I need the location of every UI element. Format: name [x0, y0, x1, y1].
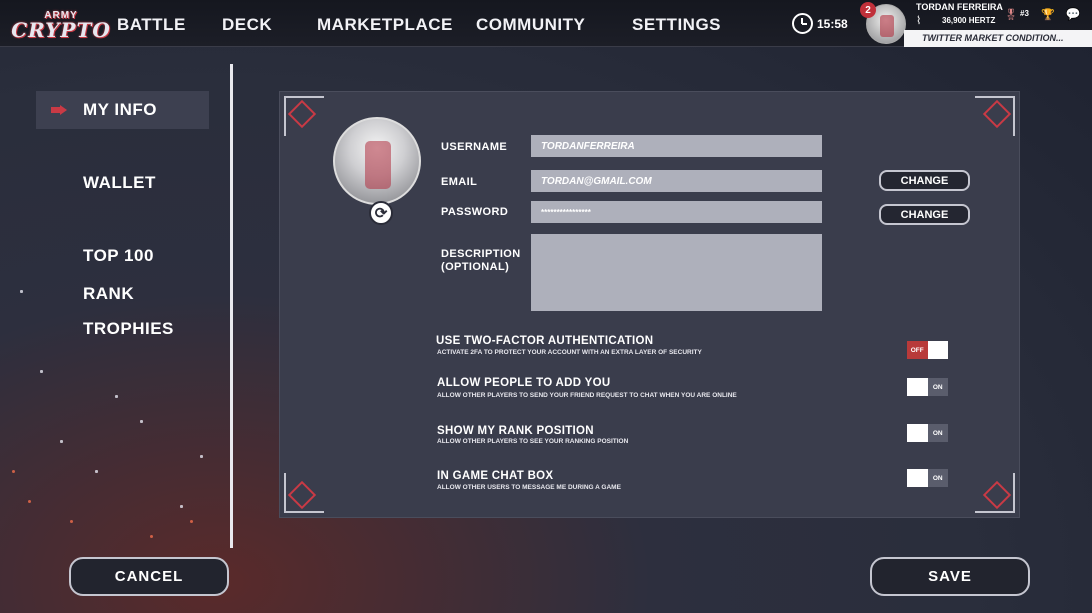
- logo-line-2: CRYPTO: [11, 17, 111, 42]
- arrow-right-icon: [51, 105, 67, 115]
- spark: [40, 370, 43, 373]
- game-clock: 15:58: [792, 13, 848, 34]
- sidebar-item-my-info[interactable]: MY INFO: [36, 91, 209, 129]
- profile-summary[interactable]: 2 TORDAN FERREIRA ⌇ 36,900 HERTZ 🎖 #3 🏆 …: [860, 0, 1092, 47]
- password-field[interactable]: [531, 201, 822, 223]
- two-factor-toggle[interactable]: OFF: [907, 341, 948, 359]
- trophy-icon[interactable]: 🏆: [1041, 5, 1055, 23]
- sidebar-item-trophies[interactable]: TROPHIES: [36, 310, 209, 348]
- username-field[interactable]: [531, 135, 822, 157]
- nav-battle[interactable]: BATTLE: [117, 15, 186, 35]
- change-email-button[interactable]: CHANGE: [879, 170, 970, 191]
- cancel-button[interactable]: CANCEL: [69, 557, 229, 596]
- description-label: DESCRIPTION: [441, 248, 521, 260]
- sidebar-item-label: MY INFO: [83, 100, 158, 119]
- spark: [60, 440, 63, 443]
- option-title: SHOW MY RANK POSITION: [437, 425, 594, 437]
- description-optional-label: (OPTIONAL): [441, 261, 510, 273]
- ember: [150, 535, 153, 538]
- spark: [95, 470, 98, 473]
- toggle-state-label: ON: [927, 469, 948, 487]
- player-name: TORDAN FERREIRA: [916, 2, 1003, 12]
- clock-icon: [792, 13, 813, 34]
- toggle-knob: [907, 469, 928, 487]
- sidebar-item-label: TROPHIES: [83, 319, 174, 338]
- clock-time: 15:58: [817, 16, 848, 31]
- nav-deck[interactable]: DECK: [222, 15, 272, 35]
- sidebar-item-label: WALLET: [83, 173, 156, 192]
- chat-icon[interactable]: 💬: [1066, 5, 1081, 23]
- rank-number: #3: [1020, 9, 1029, 18]
- save-button[interactable]: SAVE: [870, 557, 1030, 596]
- sidebar-item-wallet[interactable]: WALLET: [36, 164, 209, 202]
- nav-settings[interactable]: SETTINGS: [632, 15, 721, 35]
- notification-badge[interactable]: 2: [860, 2, 876, 18]
- allow-add-toggle[interactable]: ON: [907, 378, 948, 396]
- toggle-knob: [907, 378, 928, 396]
- toggle-state-label: OFF: [907, 341, 928, 359]
- toggle-state-label: ON: [927, 424, 948, 442]
- option-subtitle: ALLOW OTHER PLAYERS TO SEE YOUR RANKING …: [437, 438, 629, 445]
- description-field[interactable]: [531, 234, 822, 311]
- spark: [200, 455, 203, 458]
- ember: [12, 470, 15, 473]
- sidebar-divider: [230, 64, 233, 548]
- password-label: PASSWORD: [441, 206, 509, 218]
- sidebar-item-label: TOP 100 RANK: [83, 246, 154, 303]
- username-label: USERNAME: [441, 141, 508, 153]
- profile-avatar[interactable]: [333, 117, 421, 205]
- app-logo[interactable]: ARMY CRYPTO: [11, 6, 110, 42]
- toggle-state-label: ON: [927, 378, 948, 396]
- spark: [20, 290, 23, 293]
- option-title: ALLOW PEOPLE TO ADD YOU: [437, 377, 611, 389]
- nav-community[interactable]: COMMUNITY: [476, 15, 585, 35]
- option-subtitle: ALLOW OTHER PLAYERS TO SEND YOUR FRIEND …: [437, 392, 737, 399]
- option-title: IN GAME CHAT BOX: [437, 470, 554, 482]
- ember: [70, 520, 73, 523]
- option-title: USE TWO-FACTOR AUTHENTICATION: [436, 335, 654, 347]
- pulse-icon: ⌇: [916, 15, 922, 27]
- spark: [140, 420, 143, 423]
- top-navigation-bar: ARMY CRYPTO BATTLE DECK MARKETPLACE COMM…: [0, 0, 1092, 47]
- spark: [115, 395, 118, 398]
- toggle-knob: [907, 424, 928, 442]
- option-subtitle: ALLOW OTHER USERS TO MESSAGE ME DURING A…: [437, 484, 621, 491]
- market-ticker[interactable]: TWITTER MARKET CONDITION...: [904, 30, 1092, 47]
- ember: [190, 520, 193, 523]
- email-label: EMAIL: [441, 176, 478, 188]
- spark: [180, 505, 183, 508]
- change-password-button[interactable]: CHANGE: [879, 204, 970, 225]
- nav-marketplace[interactable]: MARKETPLACE: [317, 15, 453, 35]
- sidebar-item-top-100-rank[interactable]: TOP 100 RANK: [36, 237, 209, 303]
- medal-icon: 🎖: [1004, 8, 1018, 21]
- option-subtitle: ACTIVATE 2FA TO PROTECT YOUR ACCOUNT WIT…: [437, 349, 702, 356]
- show-rank-toggle[interactable]: ON: [907, 424, 948, 442]
- chat-box-toggle[interactable]: ON: [907, 469, 948, 487]
- ember: [28, 500, 31, 503]
- hertz-balance: 36,900 HERTZ: [942, 16, 996, 25]
- change-avatar-refresh-icon[interactable]: ⟳: [369, 201, 393, 225]
- email-field[interactable]: [531, 170, 822, 192]
- toggle-knob: [927, 341, 948, 359]
